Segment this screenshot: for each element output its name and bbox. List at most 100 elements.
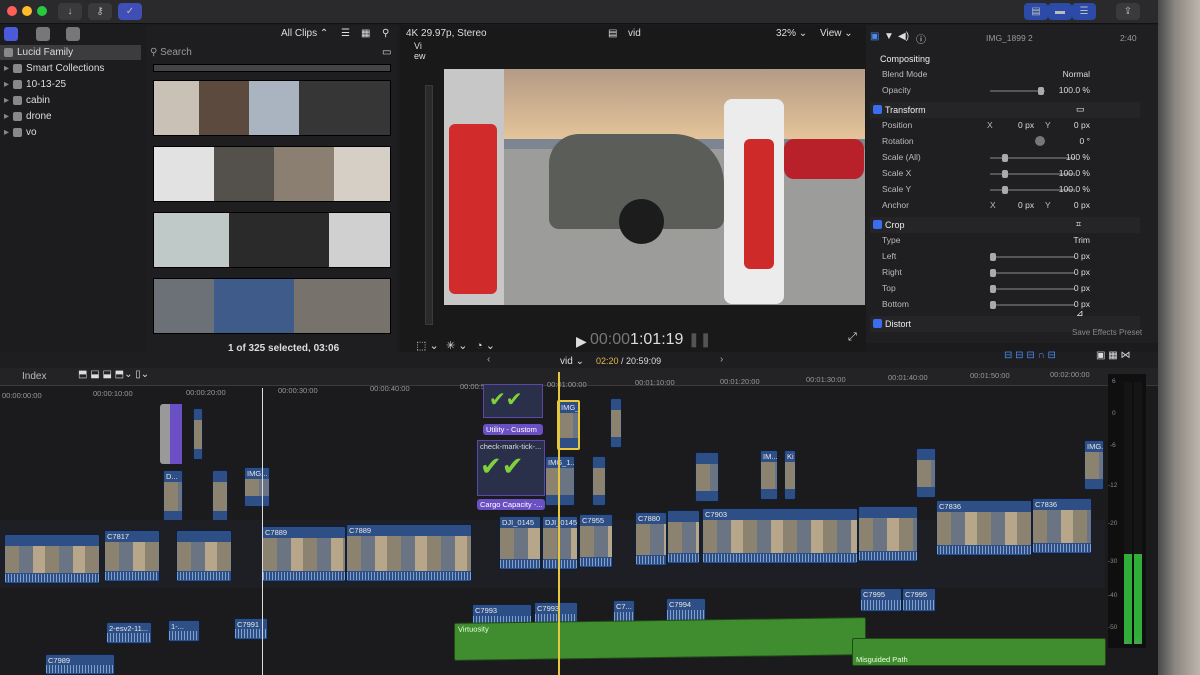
crop-onscreen-icon[interactable]: ⌗	[1076, 219, 1081, 230]
save-effects-preset-button[interactable]: Save Effects Preset	[1072, 328, 1142, 337]
distort-onscreen-icon[interactable]: ⊿	[1076, 308, 1084, 319]
crop-checkbox[interactable]	[873, 220, 882, 229]
connected-clip[interactable]: IM...	[760, 450, 778, 500]
browser-layout-icon[interactable]: ▤	[1024, 3, 1048, 20]
music-clip-virtuosity[interactable]: Virtuosity	[454, 617, 866, 661]
primary-clip[interactable]	[176, 530, 232, 582]
crop-left-slider[interactable]	[990, 253, 1075, 261]
transform-section[interactable]: Transform ▭	[870, 102, 1140, 118]
titles-generators-icon[interactable]	[66, 27, 80, 41]
position-x-value[interactable]: 0 px	[1018, 120, 1034, 130]
checkmark-graphic-clip[interactable]: ✔✔	[483, 384, 543, 418]
anchor-row[interactable]: Anchor X 0 px Y 0 px	[870, 198, 1140, 214]
title-clip[interactable]: Utility - Custom	[483, 424, 543, 435]
title-clip[interactable]: Cargo Capacity -...	[477, 499, 545, 510]
scale-x-row[interactable]: Scale X 100.0 %	[870, 166, 1140, 182]
connected-clip[interactable]	[916, 448, 936, 498]
connected-clip[interactable]	[212, 470, 228, 522]
sidebar-toggle-icon[interactable]: ▭	[382, 47, 391, 58]
crop-bottom-row[interactable]: Bottom 0 px	[870, 297, 1140, 313]
video-inspector-icon[interactable]: ▣	[870, 31, 879, 42]
anchor-y-value[interactable]: 0 px	[1074, 200, 1090, 210]
opacity-row[interactable]: Opacity 100.0 %	[870, 83, 1140, 99]
libraries-icon[interactable]	[4, 27, 18, 41]
fullscreen-icon[interactable]: ⤢	[848, 331, 857, 344]
audio-clip[interactable]: C7994	[666, 598, 706, 622]
clip-thumbnail-row[interactable]	[153, 278, 391, 334]
sidebar-item-cabin[interactable]: ▸ cabin	[4, 93, 50, 108]
connected-clip[interactable]: Ki	[784, 450, 796, 500]
primary-clip[interactable]: DJI_0145	[499, 516, 541, 570]
color-inspector-icon[interactable]: ▼	[884, 31, 894, 42]
primary-clip[interactable]: C7817	[104, 530, 160, 582]
search-icon[interactable]: ⚲	[382, 28, 389, 39]
zoom-window-button[interactable]	[37, 6, 47, 16]
sidebar-item-vo[interactable]: ▸ vo	[4, 125, 37, 140]
transform-checkbox[interactable]	[873, 105, 882, 114]
clip-thumbnail-row[interactable]	[153, 64, 391, 72]
library-lucid-family[interactable]: Lucid Family	[0, 45, 141, 60]
transform-tool-icon[interactable]: ⬚ ⌄	[416, 339, 439, 352]
primary-clip[interactable]	[667, 510, 700, 564]
primary-clip[interactable]: C7836	[936, 500, 1032, 556]
primary-clip[interactable]	[858, 506, 918, 562]
crop-top-row[interactable]: Top 0 px	[870, 281, 1140, 297]
audio-clip[interactable]: C7989	[45, 654, 115, 675]
sidebar-item-smart-collections[interactable]: ▸ Smart Collections	[4, 61, 104, 76]
inspector-layout-icon[interactable]: ☰	[1072, 3, 1096, 20]
compositing-section[interactable]: Compositing	[870, 51, 1140, 67]
distort-checkbox[interactable]	[873, 319, 882, 328]
crop-bottom-slider[interactable]	[990, 301, 1075, 309]
effects-browser-icon[interactable]: ▣ ▦ ⋈	[1096, 350, 1130, 361]
audio-clip[interactable]: C7995	[860, 588, 902, 612]
crop-left-row[interactable]: Left 0 px	[870, 249, 1140, 265]
transform-onscreen-icon[interactable]: ▭	[1076, 104, 1085, 115]
project-name[interactable]: vid ⌄	[560, 356, 584, 367]
position-row[interactable]: Position X 0 px Y 0 px	[870, 118, 1140, 134]
download-icon[interactable]: ↓	[58, 3, 82, 20]
connected-clip[interactable]	[592, 456, 606, 506]
audio-clip[interactable]: 1-...	[168, 620, 200, 642]
enhance-wand-icon[interactable]: ✳ ⌄	[446, 339, 468, 352]
connected-clip[interactable]: IMG_1...	[545, 456, 575, 506]
scale-all-row[interactable]: Scale (All) 100 %	[870, 150, 1140, 166]
index-button[interactable]: Index	[22, 371, 46, 382]
crop-top-slider[interactable]	[990, 285, 1075, 293]
position-y-value[interactable]: 0 px	[1074, 120, 1090, 130]
info-inspector-icon[interactable]: ⓘ	[916, 31, 926, 46]
close-window-button[interactable]	[7, 6, 17, 16]
primary-clip[interactable]: C7880	[635, 512, 667, 566]
crop-right-slider[interactable]	[990, 269, 1075, 277]
connected-clip[interactable]: IMG...	[1084, 440, 1104, 490]
crop-type-value[interactable]: Trim	[1073, 235, 1090, 245]
check-badge-icon[interactable]: ✓	[118, 3, 142, 20]
crop-right-row[interactable]: Right 0 px	[870, 265, 1140, 281]
audio-inspector-icon[interactable]: ◀)	[898, 31, 909, 42]
view-dropdown[interactable]: View ⌄	[820, 28, 853, 39]
sidebar-item-drone[interactable]: ▸ drone	[4, 109, 52, 124]
rotation-dial[interactable]	[1035, 136, 1045, 146]
connected-clip[interactable]	[695, 452, 719, 502]
connected-clip[interactable]	[193, 408, 203, 460]
clip-filter-dropdown[interactable]: All Clips ⌃	[281, 28, 328, 39]
primary-clip[interactable]: DJI_0145	[542, 516, 578, 570]
music-clip-misguided-path[interactable]: Misguided Path	[852, 638, 1106, 666]
primary-clip[interactable]: C7889	[262, 526, 346, 582]
connected-clip[interactable]	[610, 398, 622, 448]
key-icon[interactable]: ⚷	[88, 3, 112, 20]
primary-clip[interactable]: C7903	[702, 508, 858, 564]
anchor-x-value[interactable]: 0 px	[1018, 200, 1034, 210]
back-arrow-icon[interactable]: ‹	[487, 354, 490, 365]
scale-y-row[interactable]: Scale Y 100.0 %	[870, 182, 1140, 198]
crop-section[interactable]: Crop ⌗	[870, 217, 1140, 233]
audio-clip[interactable]: 2-esv2-11...	[106, 622, 152, 644]
timeline-layout-icon[interactable]: ▬	[1048, 3, 1072, 20]
primary-clip[interactable]	[4, 534, 100, 584]
search-input[interactable]: ⚲ Search	[150, 47, 380, 61]
blend-mode-row[interactable]: Blend Mode Normal	[870, 67, 1140, 83]
selected-connected-clip[interactable]: IMG_...	[557, 400, 580, 450]
sidebar-item-10-13-25[interactable]: ▸ 10-13-25	[4, 77, 66, 92]
share-icon[interactable]: ⇪	[1116, 3, 1140, 20]
checkmark-graphic-clip[interactable]: check-mark-tick-... ✔✔	[477, 440, 545, 496]
scale-all-slider[interactable]	[990, 154, 1075, 162]
